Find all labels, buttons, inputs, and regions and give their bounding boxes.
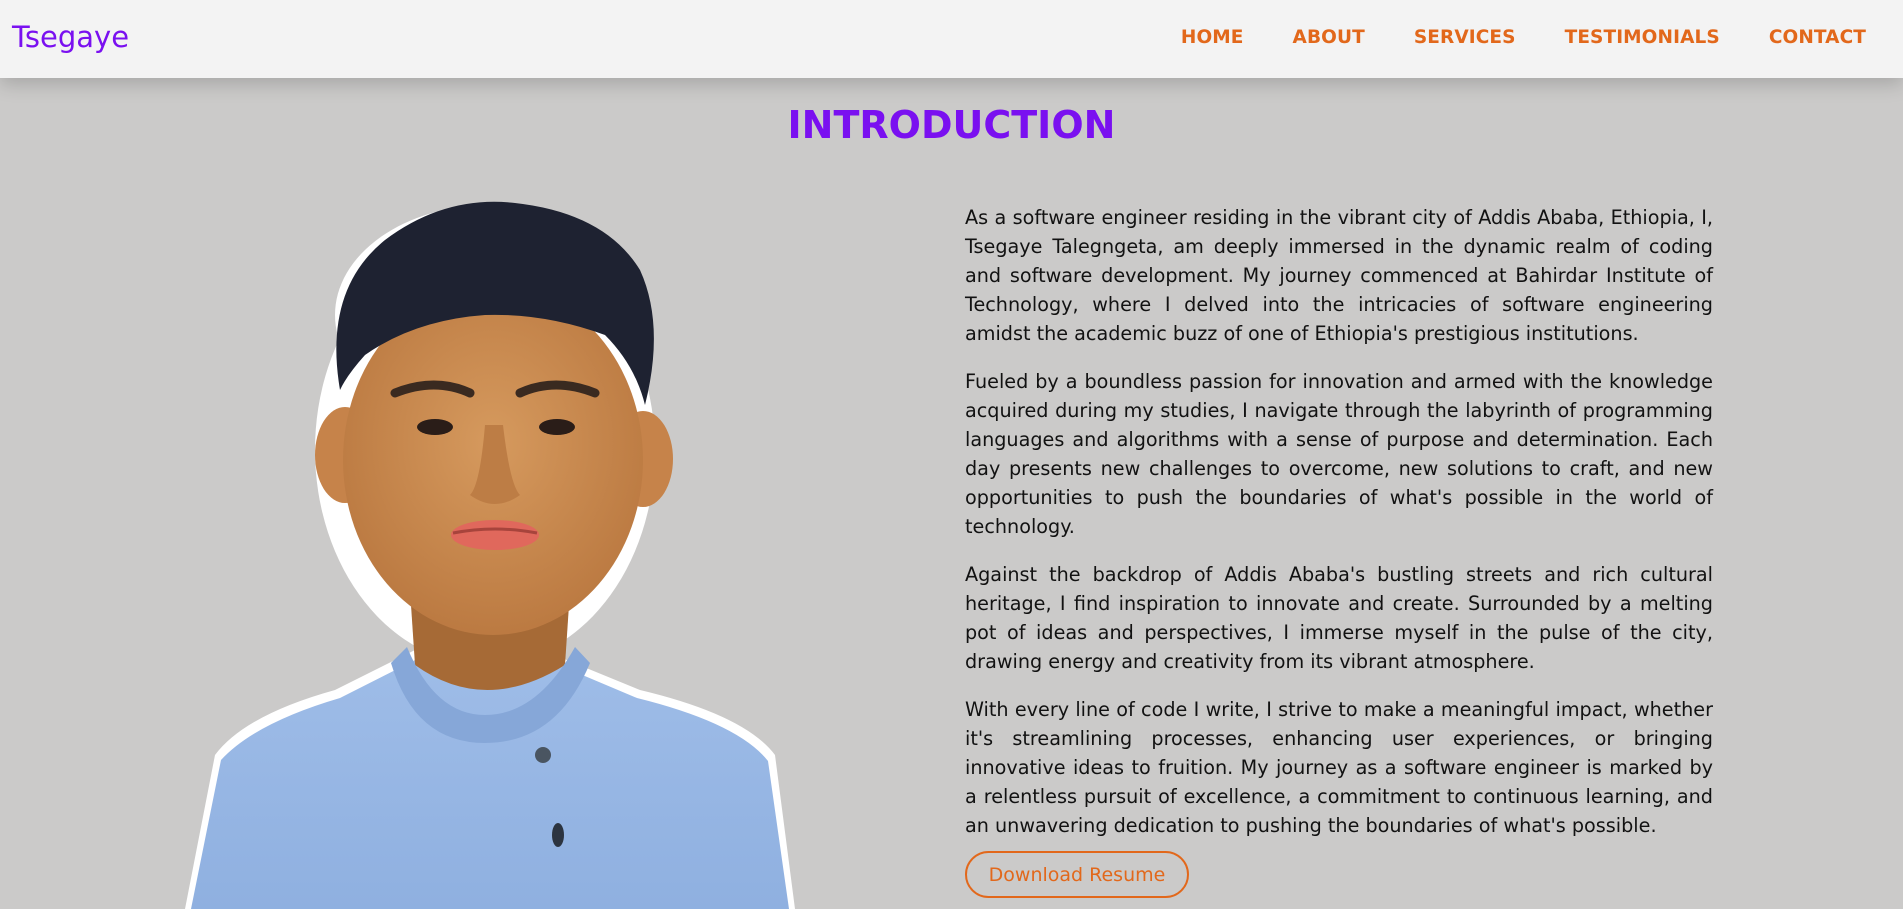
nav-contact-link[interactable]: CONTACT bbox=[1769, 26, 1866, 50]
nav-about-link[interactable]: ABOUT bbox=[1293, 26, 1365, 50]
intro-text: As a software engineer residing in the v… bbox=[965, 203, 1713, 859]
intro-paragraph: With every line of code I write, I striv… bbox=[965, 698, 1713, 837]
nav-testimonials-link[interactable]: TESTIMONIALS bbox=[1565, 26, 1720, 50]
download-resume-button[interactable]: Download Resume bbox=[965, 851, 1189, 898]
intro-paragraph: Fueled by a boundless passion for innova… bbox=[965, 370, 1713, 538]
main-nav: HOME ABOUT SERVICES TESTIMONIALS CONTACT bbox=[1181, 26, 1866, 50]
brand-logo[interactable]: Tsegaye bbox=[12, 19, 129, 55]
intro-paragraph: As a software engineer residing in the v… bbox=[965, 206, 1713, 345]
navbar: Tsegaye HOME ABOUT SERVICES TESTIMONIALS… bbox=[0, 0, 1903, 78]
section-title: INTRODUCTION bbox=[787, 103, 1116, 147]
intro-paragraph: Against the backdrop of Addis Ababa's bu… bbox=[965, 563, 1713, 673]
nav-home-link[interactable]: HOME bbox=[1181, 26, 1244, 50]
profile-photo bbox=[185, 201, 795, 909]
nav-services-link[interactable]: SERVICES bbox=[1414, 26, 1516, 50]
